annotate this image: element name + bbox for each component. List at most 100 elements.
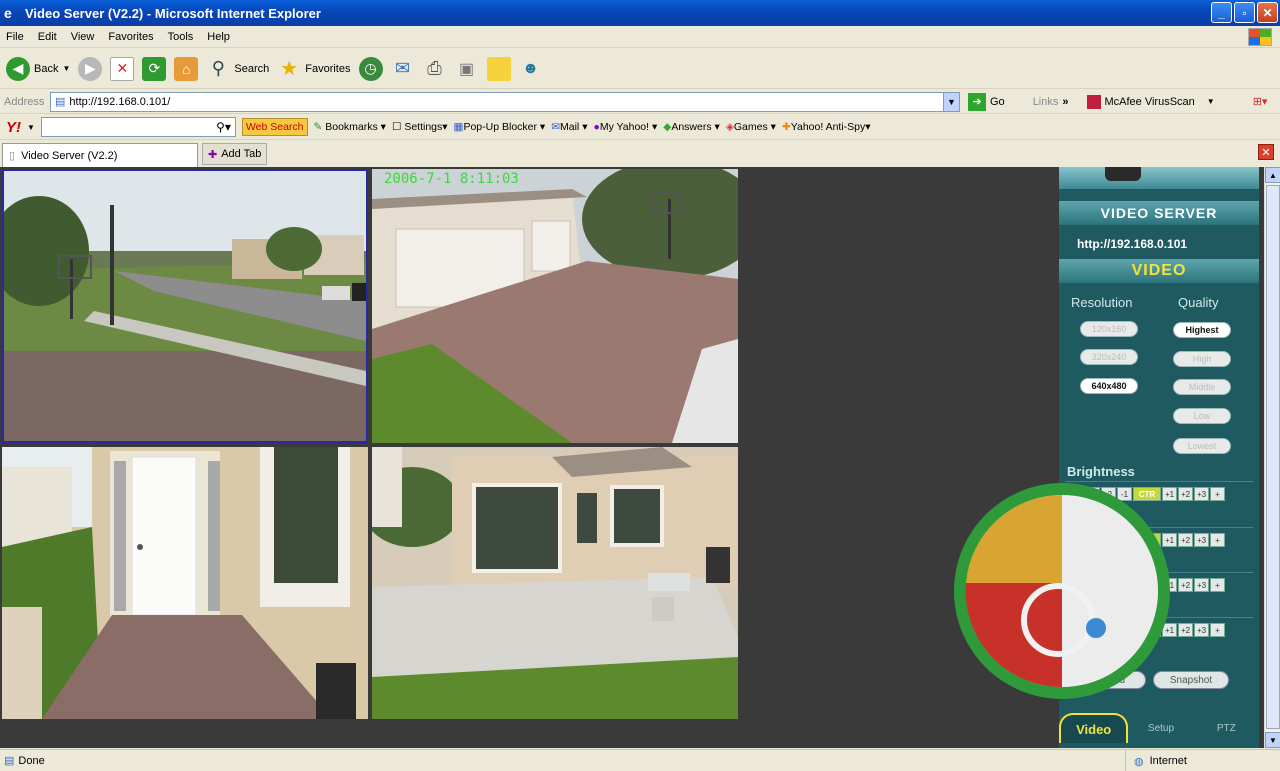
step-button[interactable]: -1 <box>1117 623 1132 637</box>
step-button[interactable]: +1 <box>1162 578 1177 592</box>
menu-file[interactable]: File <box>6 31 24 43</box>
step-button[interactable]: CTR <box>1133 487 1161 501</box>
popup-blocker-button[interactable]: ▦Pop-Up Blocker ▾ <box>454 121 546 133</box>
translate-icon[interactable]: ⊞▾ <box>1253 95 1268 108</box>
scroll-up-icon[interactable]: ▲ <box>1265 167 1280 183</box>
step-button[interactable]: +3 <box>1194 487 1209 501</box>
address-input[interactable]: ▤ http://192.168.0.101/ ▼ <box>50 91 960 112</box>
search-button[interactable]: ⚲ Search <box>206 57 269 81</box>
games-button[interactable]: ◈Games ▾ <box>726 121 776 133</box>
quality-middle-button[interactable]: Middle <box>1173 379 1231 395</box>
step-button[interactable]: CTR <box>1133 578 1161 592</box>
step-button[interactable]: - <box>1069 623 1084 637</box>
resolution-640x480-button[interactable]: 640x480 <box>1080 378 1138 394</box>
step-button[interactable]: - <box>1069 533 1084 547</box>
camera-view-4[interactable] <box>372 447 738 719</box>
step-button[interactable]: + <box>1210 487 1225 501</box>
menu-help[interactable]: Help <box>207 31 230 43</box>
record-button[interactable]: Record <box>1072 671 1146 689</box>
tab-setup[interactable]: Setup <box>1128 713 1193 743</box>
history-icon[interactable]: ◷ <box>358 56 383 81</box>
minimize-button[interactable]: _ <box>1211 2 1232 23</box>
edit-icon[interactable]: ▣ <box>455 57 479 81</box>
step-button[interactable]: -2 <box>1101 578 1116 592</box>
go-button[interactable]: ➔ Go <box>968 92 1005 111</box>
close-button[interactable]: ✕ <box>1257 2 1278 23</box>
forward-icon[interactable]: ▶ <box>78 56 103 81</box>
back-button[interactable]: ◀ Back ▼ <box>6 56 70 81</box>
resolution-120x160-button[interactable]: 120x160 <box>1080 321 1138 337</box>
print-icon[interactable]: ⎙ <box>423 57 447 81</box>
step-button[interactable]: +2 <box>1178 487 1193 501</box>
scroll-thumb[interactable] <box>1266 185 1280 729</box>
step-button[interactable]: CTR <box>1133 623 1161 637</box>
step-button[interactable]: + <box>1210 533 1225 547</box>
step-button[interactable]: -1 <box>1117 487 1132 501</box>
add-tab-button[interactable]: ✚ Add Tab <box>202 143 268 165</box>
favorites-button[interactable]: ★ Favorites <box>277 57 350 81</box>
step-button[interactable]: -2 <box>1101 487 1116 501</box>
step-button[interactable]: +1 <box>1162 487 1177 501</box>
quality-highest-button[interactable]: Highest <box>1173 322 1231 338</box>
web-search-button[interactable]: Web Search <box>241 118 308 136</box>
my-yahoo-button[interactable]: ●My Yahoo! ▾ <box>593 121 657 133</box>
step-button[interactable]: +2 <box>1178 578 1193 592</box>
quality-lowest-button[interactable]: Lowest <box>1173 438 1231 454</box>
mail-button[interactable]: ✉Mail ▾ <box>551 121 587 133</box>
step-button[interactable]: -3 <box>1085 623 1100 637</box>
messenger-icon[interactable]: ☻ <box>519 57 543 81</box>
vertical-scrollbar[interactable]: ▲ ▼ <box>1264 167 1280 748</box>
step-button[interactable]: +1 <box>1162 623 1177 637</box>
discuss-icon[interactable] <box>486 56 511 81</box>
step-button[interactable]: + <box>1210 623 1225 637</box>
tab-ptz[interactable]: PTZ <box>1194 713 1259 743</box>
close-tab-icon[interactable]: ✕ <box>1258 144 1274 160</box>
step-button[interactable]: +3 <box>1194 623 1209 637</box>
mail-icon[interactable]: ✉ <box>391 57 415 81</box>
camera-view-3[interactable] <box>2 447 368 719</box>
step-button[interactable]: + <box>1210 578 1225 592</box>
tab-video-server[interactable]: ▯ Video Server (V2.2) <box>2 143 198 167</box>
step-button[interactable]: -3 <box>1085 533 1100 547</box>
yahoo-search-input[interactable]: ⚲▾ <box>40 117 236 137</box>
camera-view-1[interactable] <box>2 169 368 443</box>
step-button[interactable]: +2 <box>1178 623 1193 637</box>
mcafee-button[interactable]: McAfee VirusScan <box>1105 96 1195 108</box>
bookmarks-button[interactable]: ✎ Bookmarks ▾ <box>314 121 386 133</box>
step-button[interactable]: -3 <box>1085 487 1100 501</box>
yahoo-logo[interactable]: Y! <box>6 119 21 136</box>
step-button[interactable]: - <box>1069 578 1084 592</box>
scroll-down-icon[interactable]: ▼ <box>1265 732 1280 748</box>
step-button[interactable]: +2 <box>1178 533 1193 547</box>
quality-low-button[interactable]: Low <box>1173 408 1231 424</box>
step-button[interactable]: +3 <box>1194 533 1209 547</box>
settings-button[interactable]: ☐ Settings▾ <box>392 121 448 133</box>
camera-view-2[interactable]: 2006-7-1 8:11:03 <box>372 169 738 443</box>
answers-button[interactable]: ◆Answers ▾ <box>663 121 720 133</box>
menu-view[interactable]: View <box>71 31 95 43</box>
tab-video[interactable]: Video <box>1059 713 1129 743</box>
links-label[interactable]: Links <box>1033 96 1059 108</box>
snapshot-button[interactable]: Snapshot <box>1153 671 1229 689</box>
refresh-icon[interactable]: ⟳ <box>142 56 167 81</box>
resolution-320x240-button[interactable]: 320x240 <box>1080 349 1138 365</box>
menu-favorites[interactable]: Favorites <box>108 31 153 43</box>
step-button[interactable]: -3 <box>1085 578 1100 592</box>
step-button[interactable]: +1 <box>1162 533 1177 547</box>
stop-icon[interactable]: ✕ <box>110 56 135 81</box>
step-button[interactable]: +3 <box>1194 578 1209 592</box>
menu-edit[interactable]: Edit <box>38 31 57 43</box>
quality-high-button[interactable]: High <box>1173 351 1231 367</box>
links-chevron-icon[interactable]: » <box>1062 96 1068 108</box>
home-icon[interactable]: ⌂ <box>174 56 199 81</box>
maximize-button[interactable]: ▫ <box>1234 2 1255 23</box>
step-button[interactable]: - <box>1069 487 1084 501</box>
step-button[interactable]: -1 <box>1117 578 1132 592</box>
step-button[interactable]: -2 <box>1101 533 1116 547</box>
step-button[interactable]: -1 <box>1117 533 1132 547</box>
step-button[interactable]: CTR <box>1133 533 1161 547</box>
menu-tools[interactable]: Tools <box>168 31 194 43</box>
address-dropdown-icon[interactable]: ▼ <box>943 92 959 111</box>
step-button[interactable]: -2 <box>1101 623 1116 637</box>
anti-spy-button[interactable]: ✚Yahoo! Anti-Spy▾ <box>782 121 871 133</box>
